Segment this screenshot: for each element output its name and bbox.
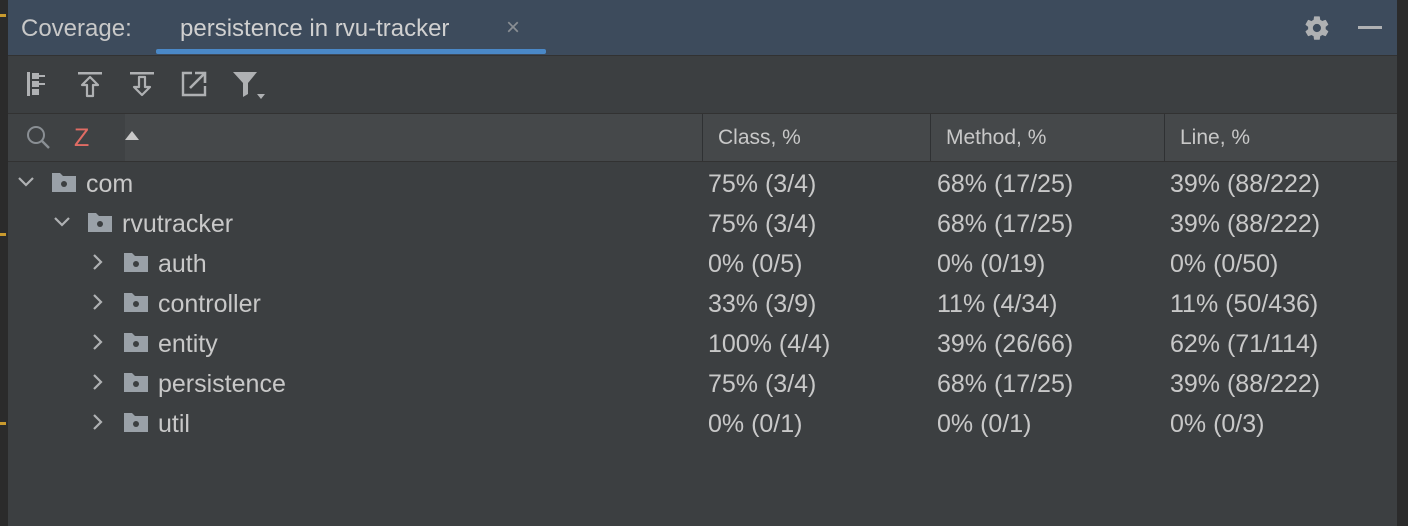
search-query-text: Z (74, 124, 90, 152)
gutter-marker (0, 422, 6, 425)
line-coverage: 0% (0/3) (1170, 410, 1265, 438)
package-folder-icon (124, 333, 148, 352)
tool-window-header: Coverage: persistence in rvu-tracker × (8, 0, 1397, 56)
method-coverage: 11% (4/34) (937, 290, 1058, 318)
class-coverage: 100% (4/4) (708, 330, 831, 358)
close-tab-icon[interactable]: × (506, 14, 520, 42)
column-header-line[interactable]: Line, % (1180, 126, 1250, 150)
chevron-right-icon[interactable] (88, 332, 108, 352)
gutter-strip (0, 0, 8, 526)
active-tab-underline (156, 49, 546, 54)
chevron-right-icon[interactable] (88, 412, 108, 432)
class-coverage: 75% (3/4) (708, 170, 817, 198)
method-coverage: 0% (0/19) (937, 250, 1046, 278)
export-icon[interactable] (178, 68, 210, 100)
tree-row[interactable]: entity 100% (4/4) 39% (26/66) 62% (71/114) (8, 322, 1397, 362)
class-coverage: 0% (0/5) (708, 250, 803, 278)
line-coverage: 11% (50/436) (1170, 290, 1319, 318)
class-coverage: 75% (3/4) (708, 210, 817, 238)
line-coverage: 39% (88/222) (1170, 370, 1321, 398)
chevron-down-icon[interactable] (52, 212, 72, 232)
tree-row[interactable]: persistence 75% (3/4) 68% (17/25) 39% (88/2… (8, 362, 1397, 402)
search-icon (27, 126, 50, 149)
line-coverage: 62% (71/114) (1170, 330, 1319, 358)
navigate-up-icon[interactable] (74, 68, 106, 100)
class-coverage: 75% (3/4) (708, 370, 817, 398)
package-name: rvutracker (122, 210, 234, 238)
package-folder-icon (124, 373, 148, 392)
method-coverage: 68% (17/25) (937, 210, 1074, 238)
package-folder-icon (124, 293, 148, 312)
gutter-marker (0, 233, 6, 236)
package-name: entity (158, 330, 218, 358)
gear-icon[interactable] (1303, 14, 1331, 42)
tool-window-title: Coverage: (21, 15, 132, 42)
toolbar (8, 56, 1397, 112)
tree-row[interactable]: com 75% (3/4) 68% (17/25) 39% (88/222) (8, 162, 1397, 202)
method-coverage: 0% (0/1) (937, 410, 1032, 438)
column-divider[interactable] (702, 114, 703, 161)
tree-row[interactable]: rvutracker 75% (3/4) 68% (17/25) 39% (88/22… (8, 202, 1397, 242)
filter-icon[interactable] (230, 68, 266, 100)
tab-coverage-suite[interactable]: persistence in rvu-tracker × (156, 0, 546, 55)
line-coverage: 0% (0/50) (1170, 250, 1279, 278)
tree-row[interactable]: controller 33% (3/9) 11% (4/34) 11% (50/436… (8, 282, 1397, 322)
right-edge (1397, 0, 1408, 526)
package-folder-icon (124, 253, 148, 272)
method-coverage: 68% (17/25) (937, 370, 1074, 398)
package-name: persistence (158, 370, 286, 398)
speed-search-box[interactable]: Z (8, 114, 125, 161)
chevron-right-icon[interactable] (88, 252, 108, 272)
column-header-method[interactable]: Method, % (946, 126, 1046, 150)
chevron-right-icon[interactable] (88, 292, 108, 312)
column-divider[interactable] (1164, 114, 1165, 161)
column-divider[interactable] (930, 114, 931, 161)
package-folder-icon (124, 413, 148, 432)
package-name: util (158, 410, 190, 438)
package-folder-icon (52, 173, 76, 192)
minimize-icon[interactable] (1358, 26, 1382, 29)
method-coverage: 68% (17/25) (937, 170, 1074, 198)
coverage-tool-window: Coverage: persistence in rvu-tracker × Z… (8, 0, 1397, 526)
column-header-class[interactable]: Class, % (718, 126, 801, 150)
class-coverage: 33% (3/9) (708, 290, 817, 318)
package-folder-icon (88, 213, 112, 232)
chevron-right-icon[interactable] (88, 372, 108, 392)
navigate-down-icon[interactable] (126, 68, 158, 100)
package-name: com (86, 170, 134, 198)
class-coverage: 0% (0/1) (708, 410, 803, 438)
tab-label: persistence in rvu-tracker (180, 15, 450, 42)
flatten-packages-icon[interactable] (22, 68, 54, 100)
tree-row[interactable]: auth 0% (0/5) 0% (0/19) 0% (0/50) (8, 242, 1397, 282)
line-coverage: 39% (88/222) (1170, 170, 1321, 198)
sort-ascending-icon[interactable] (125, 131, 139, 140)
table-header: Z Class, % Method, % Line, % (8, 113, 1397, 162)
line-coverage: 39% (88/222) (1170, 210, 1321, 238)
gutter-marker (0, 14, 6, 17)
method-coverage: 39% (26/66) (937, 330, 1074, 358)
package-name: auth (158, 250, 207, 278)
tree-row[interactable]: util 0% (0/1) 0% (0/1) 0% (0/3) (8, 402, 1397, 442)
package-name: controller (158, 290, 261, 318)
chevron-down-icon[interactable] (16, 172, 36, 192)
